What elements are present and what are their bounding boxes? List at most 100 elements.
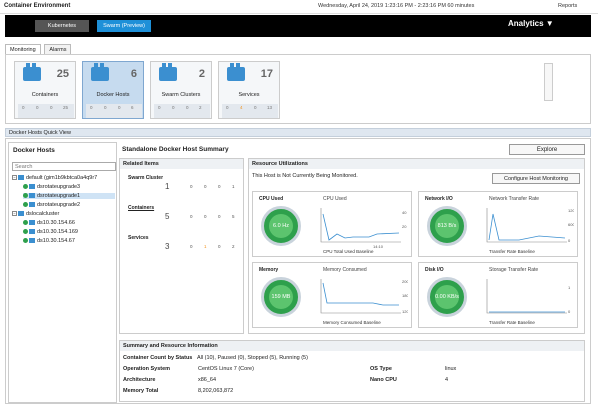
svg-text:40: 40 [402,210,407,215]
tile-status: 0 0 0 25 [18,104,74,118]
tree-node-cluster[interactable]: − dslocalcluster [12,211,59,217]
svg-text:0: 0 [568,309,571,314]
field-label: OS Type [370,366,392,372]
tree-label: default (gim1b9kbtca0a4q9r7 [26,175,98,181]
chart-title: CPU Used [323,196,347,202]
swarm-button[interactable]: Swarm (Preview) [97,20,151,32]
tree-label: dsrotateupgrade2 [37,202,81,208]
reports-menu[interactable]: Reports [558,3,577,9]
tile-status: 0 0 0 6 [86,104,142,118]
tree-node-host[interactable]: ds10.30.154.67 [23,238,75,244]
svg-text:600: 600 [568,222,574,227]
kubernetes-button[interactable]: Kubernetes [35,20,89,32]
field-value: x86_64 [198,377,217,383]
related-items-title: Related Items [120,159,243,169]
status-count: 13 [267,105,273,110]
tile-count: 25 [56,68,69,80]
ok-status-icon [23,184,28,189]
not-monitored-message: This Host is Not Currently Being Monitor… [252,173,358,179]
gauge-value: 6.0 Hz [269,214,293,238]
tree-node-host[interactable]: ds10.30.154.169 [23,229,78,235]
resource-utilizations-panel: Resource Utilizations This Host is Not C… [248,158,585,334]
tile-label: Services [238,92,260,98]
disk-card[interactable]: Disk I/O 0.00 KB/s Storage Transfer Rate… [418,262,578,328]
host-icon [29,184,35,189]
status-count: 0 [90,105,93,110]
tree-node-host[interactable]: dsrotateupgrade2 [23,202,80,208]
cluster-icon [18,211,24,216]
analytics-menu[interactable]: Analytics ▼ [508,19,554,28]
svg-text:1200: 1200 [568,208,574,213]
card-title: Memory [259,267,279,273]
status-count: 0 [172,105,175,110]
summary-resource-panel: Summary and Resource Information Contain… [119,340,585,402]
tile-status: 0 0 0 2 [154,104,210,118]
collapse-icon[interactable]: − [12,211,17,216]
cpu-chart: 14:10 40 20 [320,208,407,249]
tree-node-host[interactable]: ds10.30.154.66 [23,220,75,226]
resource-title: Resource Utilizations [249,159,584,169]
related-name[interactable]: Containers [128,205,154,211]
tile-side-toolbar[interactable] [544,63,553,101]
memory-gauge: 159 MB [261,277,301,317]
status-count: 0 [204,214,207,219]
status-count: 2 [199,105,202,110]
network-card[interactable]: Network I/O 813 B/s Network Transfer Rat… [418,191,578,257]
tree-node-cluster[interactable]: − default (gim1b9kbtca0a4q9r7 [12,175,97,181]
tree-node-host[interactable]: dsrotateupgrade3 [23,184,80,190]
status-count: 2 [232,244,235,249]
tile-label: Containers [31,92,59,98]
ok-status-icon [23,202,28,207]
host-icon [29,202,35,207]
status-count: 4 [240,105,243,110]
memory-card[interactable]: Memory 159 MB Memory Consumed 200 180 120 … [252,262,412,328]
docker-hosts-icon [91,63,109,81]
summary-title: Summary and Resource Information [120,341,584,351]
related-count: 5 [165,212,170,221]
configure-monitoring-button[interactable]: Configure Host Monitoring [492,173,580,184]
tree-label: dslocalcluster [26,211,60,217]
tile-label: Swarm Clusters [161,92,201,98]
tile-count: 6 [130,68,137,80]
field-label: Operation System [123,366,171,372]
svg-text:14:10: 14:10 [373,244,384,249]
status-count: 0 [190,244,193,249]
chart-title: Network Transfer Rate [489,196,540,202]
svg-text:1: 1 [568,285,571,290]
network-chart: 1200 600 0 [486,208,574,243]
tree-node-host-selected[interactable]: dsrotateupgrade1 [23,193,115,199]
status-count: 5 [232,214,235,219]
chart-legend: Transfer Rate Baseline [489,249,535,254]
status-count: 0 [218,244,221,249]
docker-hosts-title: Docker Hosts [13,147,55,154]
status-count: 0 [36,105,39,110]
status-count: 0 [104,105,107,110]
analytics-label: Analytics [508,19,544,28]
services-icon [227,63,245,81]
host-icon [29,193,35,198]
status-count: 0 [218,184,221,189]
field-label: Container Count by Status [123,355,193,361]
collapse-icon[interactable]: − [12,175,17,180]
card-title: Network I/O [425,196,453,202]
status-count: 0 [22,105,25,110]
tile-containers[interactable]: 25 Containers 0 0 0 25 [14,61,76,119]
tile-services[interactable]: 17 Services 0 4 0 13 [218,61,280,119]
memory-chart: 200 180 120 [320,279,408,314]
host-icon [29,220,35,225]
svg-text:0: 0 [568,238,571,243]
tile-swarm-clusters[interactable]: 2 Swarm Clusters 0 0 0 2 [150,61,212,119]
status-count: 0 [118,105,121,110]
tile-docker-hosts[interactable]: 6 Docker Hosts 0 0 0 6 [82,61,144,119]
search-input[interactable]: Search [12,162,116,171]
gauge-value: 813 B/s [435,214,459,238]
ok-status-icon [23,238,28,243]
status-count: 0 [254,105,257,110]
quickview-header: Docker Hosts Quick View [5,128,591,137]
time-range-selector[interactable]: Wednesday, April 24, 2019 1:23:16 PM - 2… [318,3,474,9]
svg-text:200: 200 [402,279,408,284]
os-row: Operation System [123,366,170,372]
explore-button[interactable]: Explore [509,144,585,155]
cpu-card[interactable]: CPU Used 6.0 Hz CPU Used 14:10 40 20 CPU T… [252,191,412,257]
tree-label: ds10.30.154.67 [37,238,75,244]
